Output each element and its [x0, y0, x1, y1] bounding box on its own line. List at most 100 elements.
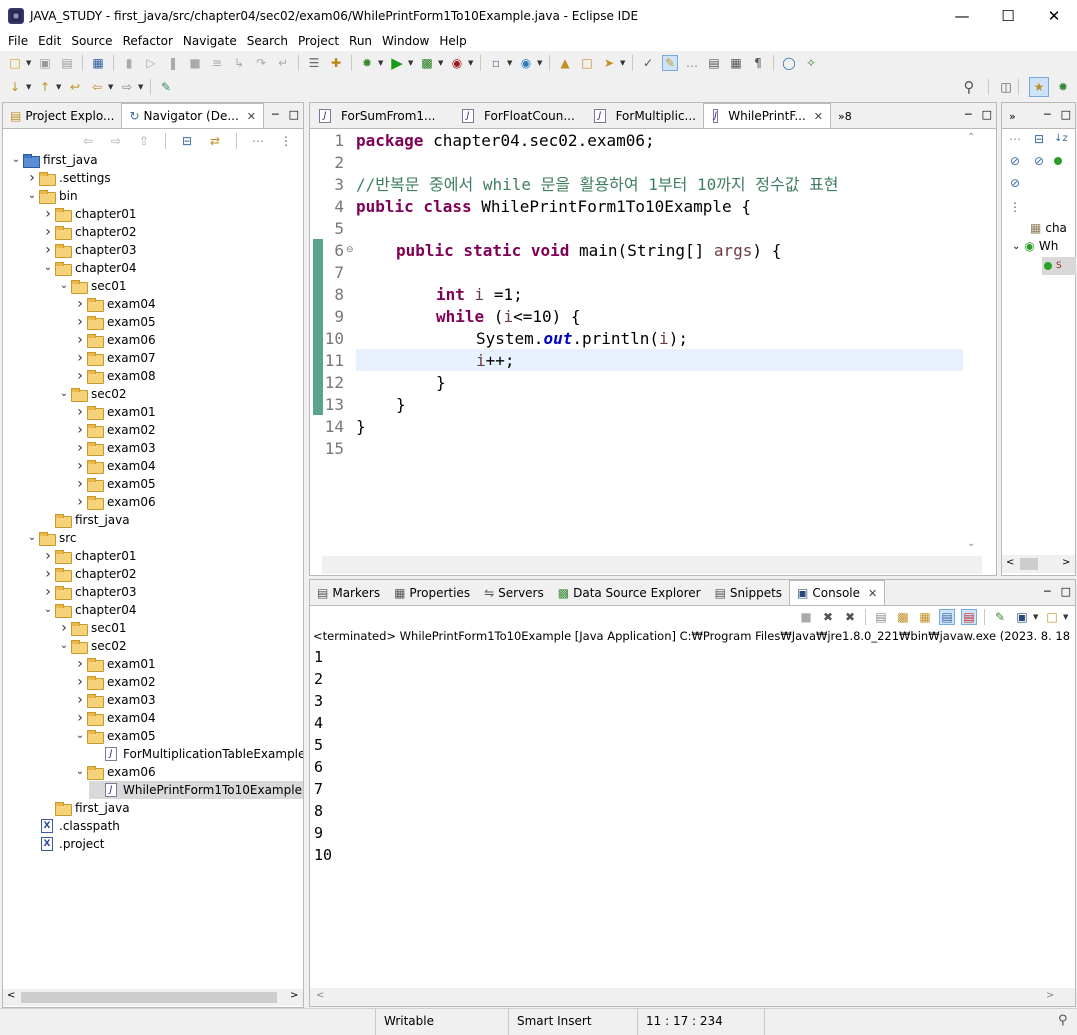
editor-tab-whileprint[interactable]: J WhilePrintF... ✕: [703, 103, 831, 128]
code-area[interactable]: package chapter04.sec02.exam06; //반복문 중에…: [356, 130, 963, 550]
collapsed-arrow-icon[interactable]: ›: [73, 655, 87, 673]
hide-fields-icon[interactable]: ⊘: [1007, 153, 1023, 169]
tree-item[interactable]: ⌄ exam06: [73, 763, 156, 781]
menu-help[interactable]: Help: [434, 34, 471, 48]
close-tab-icon[interactable]: ✕: [868, 587, 877, 600]
collapsed-arrow-icon[interactable]: ›: [73, 295, 87, 313]
dropdown-icon[interactable]: ▼: [378, 59, 386, 67]
tree-item[interactable]: › exam01: [73, 655, 156, 673]
pin-console-icon[interactable]: ✎: [992, 609, 1008, 625]
tab-properties[interactable]: ▦ Properties: [387, 581, 477, 605]
view-menu-icon[interactable]: ⋮: [278, 133, 294, 149]
remove-launch-icon[interactable]: ✖: [820, 609, 836, 625]
toggle-breadcrumb-icon[interactable]: ☰: [306, 55, 322, 71]
maximize-view-icon[interactable]: □: [1061, 108, 1071, 121]
dropdown-icon[interactable]: ▼: [438, 59, 446, 67]
tab-snippets[interactable]: ▤ Snippets: [708, 581, 789, 605]
maximize-view-icon[interactable]: □: [289, 108, 299, 121]
minimize-view-icon[interactable]: ─: [1044, 585, 1051, 598]
expanded-arrow-icon[interactable]: ⌄: [41, 259, 55, 277]
new-icon[interactable]: □: [7, 55, 23, 71]
tree-item[interactable]: ⌄ bin: [25, 187, 78, 205]
collapsed-arrow-icon[interactable]: ›: [73, 673, 87, 691]
tab-project-explorer[interactable]: ▤ Project Explo...: [3, 104, 121, 128]
tree-item[interactable]: › exam01: [73, 403, 156, 421]
tree-item[interactable]: › .settings: [25, 169, 111, 187]
tab-markers[interactable]: ▤ Markers: [310, 581, 387, 605]
dropdown-icon[interactable]: ▼: [26, 83, 34, 91]
tree-item[interactable]: › chapter02: [41, 565, 136, 583]
tree-item[interactable]: › exam06: [73, 331, 156, 349]
open-console-icon[interactable]: □: [1044, 609, 1060, 625]
menu-file[interactable]: File: [3, 34, 33, 48]
hide-non-public-icon[interactable]: ⊘: [1007, 175, 1023, 191]
collapsed-arrow-icon[interactable]: ›: [25, 169, 39, 187]
menu-edit[interactable]: Edit: [33, 34, 66, 48]
back-icon[interactable]: ⇦: [80, 133, 96, 149]
fold-collapse-icon[interactable]: ⊖: [346, 245, 354, 255]
dropdown-icon[interactable]: ▼: [26, 59, 34, 67]
console-horizontal-scrollbar[interactable]: < >: [310, 988, 1075, 1006]
tree-item[interactable]: › chapter01: [41, 547, 136, 565]
scroll-left-icon[interactable]: <: [316, 990, 324, 1001]
collapsed-arrow-icon[interactable]: ›: [73, 349, 87, 367]
show-stderr-icon[interactable]: ▤: [961, 609, 977, 625]
tree-item[interactable]: › exam03: [73, 691, 156, 709]
tree-item[interactable]: › sec01: [57, 619, 127, 637]
terminate-icon[interactable]: ■: [187, 55, 203, 71]
outline-horizontal-scrollbar[interactable]: < >: [1002, 555, 1075, 573]
prev-annotation-icon[interactable]: ↑: [37, 79, 53, 95]
maximize-button[interactable]: ☐: [985, 0, 1031, 31]
new-class-icon[interactable]: ◉: [518, 55, 534, 71]
collapsed-arrow-icon[interactable]: ›: [73, 691, 87, 709]
minimize-button[interactable]: —: [939, 0, 985, 31]
tree-item[interactable]: › chapter01: [41, 205, 136, 223]
run-icon[interactable]: ▶: [389, 55, 405, 71]
skip-breakpoints-icon[interactable]: ▮: [121, 55, 137, 71]
dropdown-icon[interactable]: ▼: [138, 83, 146, 91]
collapsed-arrow-icon[interactable]: ›: [41, 241, 55, 259]
tree-item[interactable]: ⌄ sec02: [57, 637, 127, 655]
tree-item[interactable]: › exam06: [73, 493, 156, 511]
tree-item[interactable]: › exam05: [73, 475, 156, 493]
collapsed-arrow-icon[interactable]: ›: [73, 493, 87, 511]
editor-tab-forsum[interactable]: J ForSumFrom1...: [310, 104, 453, 128]
debug-perspective-icon[interactable]: ✹: [1055, 79, 1071, 95]
horizontal-scrollbar[interactable]: < >: [3, 989, 303, 1006]
filters-icon[interactable]: ⋯: [250, 133, 266, 149]
tree-item[interactable]: › chapter03: [41, 583, 136, 601]
minimize-view-icon[interactable]: ─: [272, 108, 279, 121]
more-tabs-button[interactable]: »8: [831, 104, 859, 128]
show-whitespace-icon[interactable]: …: [684, 55, 700, 71]
scroll-left-icon[interactable]: <: [1006, 557, 1014, 568]
dropdown-icon[interactable]: ▼: [468, 59, 476, 67]
minimize-view-icon[interactable]: ─: [1044, 108, 1051, 121]
step-into-icon[interactable]: ↳: [231, 55, 247, 71]
collapsed-arrow-icon[interactable]: ›: [41, 583, 55, 601]
expanded-arrow-icon[interactable]: ⌄: [57, 277, 71, 295]
dropdown-icon[interactable]: ▼: [507, 59, 515, 67]
menu-window[interactable]: Window: [377, 34, 434, 48]
collapsed-arrow-icon[interactable]: ›: [73, 313, 87, 331]
tree-item[interactable]: › chapter03: [41, 241, 136, 259]
debug-icon[interactable]: ✹: [359, 55, 375, 71]
forward-icon[interactable]: ⇨: [108, 133, 124, 149]
menu-search[interactable]: Search: [242, 34, 293, 48]
tree-item[interactable]: J WhilePrintForm1To10Example.jav: [89, 781, 303, 799]
close-tab-icon[interactable]: ✕: [247, 110, 256, 123]
expanded-arrow-icon[interactable]: ⌄: [25, 187, 39, 205]
menu-source[interactable]: Source: [66, 34, 117, 48]
collapsed-arrow-icon[interactable]: ›: [73, 457, 87, 475]
tab-data-source-explorer[interactable]: ▩ Data Source Explorer: [551, 581, 708, 605]
close-button[interactable]: ✕: [1031, 0, 1077, 31]
tree-item[interactable]: J ForMultiplicationTableExample.jav: [89, 745, 303, 763]
tree-item[interactable]: ⌄ src: [25, 529, 77, 547]
tree-item[interactable]: ⌄ first_java: [9, 151, 98, 169]
tree-item[interactable]: › exam08: [73, 367, 156, 385]
scrollbar-thumb[interactable]: [1020, 558, 1038, 570]
save-icon[interactable]: ▣: [37, 55, 53, 71]
dropdown-icon[interactable]: ▼: [56, 83, 64, 91]
clear-console-icon[interactable]: ▤: [873, 609, 889, 625]
collapsed-arrow-icon[interactable]: ›: [41, 565, 55, 583]
collapse-outline-icon[interactable]: ⊟: [1031, 131, 1047, 147]
